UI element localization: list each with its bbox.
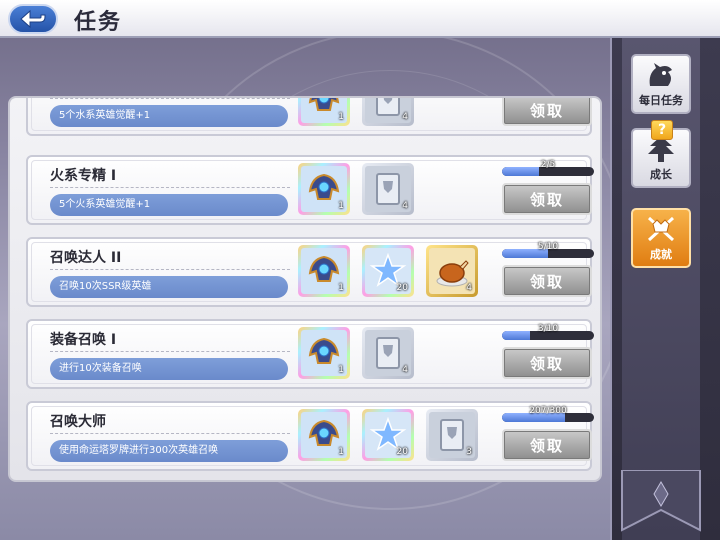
task-title: 召唤大师 [50,414,106,430]
reward-item[interactable]: 3 [426,409,478,461]
reward-item[interactable]: 20 [362,409,414,461]
reward-count: 1 [338,365,344,375]
reward-count: 1 [338,447,344,457]
dragon-icon [649,63,672,86]
task-panel: 5个水系英雄觉醒+1 1 4 领取 火系专精 I 5个火系英雄觉醒+1 1 4 … [8,96,602,482]
tab-growth[interactable]: ? 成长 [631,120,691,188]
task-card: 召唤达人 II 召唤10次SSR级英雄 1 20 4 5/10 领取 [26,237,594,307]
reward-item[interactable]: 1 [298,245,350,297]
task-description: 5个火系英雄觉醒+1 [50,194,288,216]
progress-text: 3/10 [537,324,559,334]
top-bar: 任务 [0,0,720,38]
task-title: 火系专精 I [50,168,117,184]
task-card: 火系专精 I 5个火系英雄觉醒+1 1 4 2/5 领取 [26,155,594,225]
reward-item[interactable]: 4 [362,98,414,126]
claim-button[interactable]: 领取 [502,347,592,379]
reward-item[interactable]: 1 [298,409,350,461]
tab-daily-tasks[interactable]: 每日任务 [631,54,691,114]
reward-item[interactable]: 4 [362,163,414,215]
reward-count: 20 [396,447,408,457]
reward-count: 4 [466,283,472,293]
reward-count: 20 [396,283,408,293]
task-list[interactable]: 5个水系英雄觉醒+1 1 4 领取 火系专精 I 5个火系英雄觉醒+1 1 4 … [10,98,600,480]
task-card: 5个水系英雄觉醒+1 1 4 领取 [26,98,592,136]
back-button[interactable] [8,4,58,34]
task-divider [50,187,290,188]
claim-button[interactable]: 领取 [502,265,592,297]
tab-achievements[interactable]: 成就 [631,208,691,268]
ribbon-ornament [621,470,701,532]
new-badge: ? [651,120,673,140]
task-divider [50,98,290,99]
reward-item[interactable]: 4 [362,327,414,379]
reward-count: 1 [338,283,344,293]
tab-label: 成就 [650,248,672,261]
claim-button[interactable]: 领取 [502,183,592,215]
back-arrow-icon [20,9,46,29]
claim-button[interactable]: 领取 [502,429,592,461]
reward-item[interactable]: 1 [298,327,350,379]
progress-text: 5/10 [537,242,559,252]
reward-count: 4 [402,112,408,122]
task-title: 召唤达人 II [50,250,122,266]
task-title: 装备召唤 I [50,332,117,348]
progress-text: 207/300 [529,406,567,416]
tab-label: 成长 [650,168,672,181]
reward-count: 4 [402,201,408,211]
task-divider [50,351,290,352]
reward-count: 4 [402,365,408,375]
reward-item[interactable]: 1 [298,163,350,215]
task-description: 使用命运塔罗牌进行300次英雄召唤 [50,440,288,462]
reward-item[interactable]: 20 [362,245,414,297]
reward-count: 1 [338,201,344,211]
progress-text: 2/5 [540,160,556,170]
reward-item[interactable]: 4 [426,245,478,297]
reward-count: 3 [466,447,472,457]
task-divider [50,269,290,270]
task-description: 进行10次装备召唤 [50,358,288,380]
tab-label: 每日任务 [639,94,683,107]
page-title: 任务 [74,10,123,35]
claim-button[interactable]: 领取 [502,98,592,126]
task-description: 召唤10次SSR级英雄 [50,276,288,298]
task-card: 召唤大师 使用命运塔罗牌进行300次英雄召唤 1 20 3 207/300 领取 [26,401,594,471]
task-description: 5个水系英雄觉醒+1 [50,105,288,127]
task-divider [50,433,290,434]
crown-swords-icon [647,216,675,242]
reward-count: 1 [338,112,344,122]
task-card: 装备召唤 I 进行10次装备召唤 1 4 3/10 领取 [26,319,594,389]
reward-item[interactable]: 1 [298,98,350,126]
